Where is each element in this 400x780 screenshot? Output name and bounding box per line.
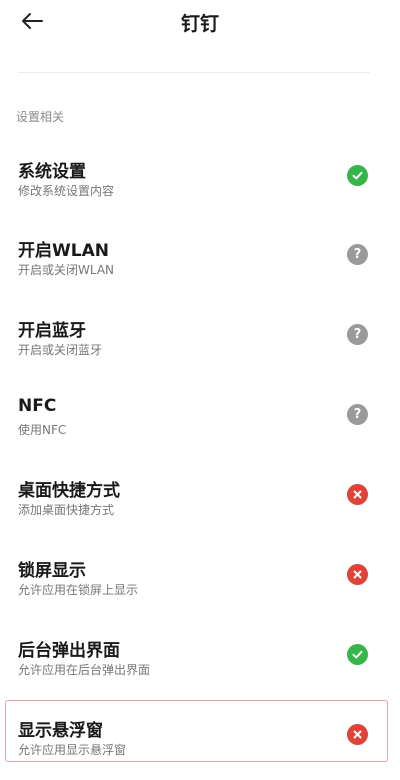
x-circle-icon[interactable] [347, 564, 368, 585]
permission-name: 系统设置 [18, 162, 86, 182]
permission-description: 开启或关闭WLAN [18, 263, 115, 277]
app-header: 钉钉 [0, 0, 400, 44]
x-circle-icon[interactable] [347, 484, 368, 505]
question-circle-icon[interactable]: ? [347, 244, 368, 265]
permission-item-wlan[interactable]: 开启WLAN 开启或关闭WLAN ? [0, 236, 400, 300]
check-circle-icon[interactable] [347, 644, 368, 665]
permission-name: 后台弹出界面 [18, 641, 120, 661]
permission-name: 显示悬浮窗 [18, 721, 103, 741]
permission-name: NFC [18, 396, 57, 416]
page-title: 钉钉 [180, 13, 219, 35]
permission-item-desktop-shortcut[interactable]: 桌面快捷方式 添加桌面快捷方式 [0, 476, 400, 540]
permission-item-system-settings[interactable]: 系统设置 修改系统设置内容 [0, 157, 400, 221]
permission-item-background-popup[interactable]: 后台弹出界面 允许应用在后台弹出界面 [0, 636, 400, 700]
permission-item-floating-window[interactable]: 显示悬浮窗 允许应用显示悬浮窗 [0, 716, 400, 780]
question-circle-icon[interactable]: ? [347, 404, 368, 425]
permission-description: 开启或关闭蓝牙 [18, 343, 103, 357]
permission-name: 开启WLAN [18, 241, 109, 261]
check-circle-icon[interactable] [347, 165, 368, 186]
permission-description: 允许应用在锁屏上显示 [18, 583, 139, 597]
permission-item-bluetooth[interactable]: 开启蓝牙 开启或关闭蓝牙 ? [0, 316, 400, 380]
permission-description: 修改系统设置内容 [18, 184, 115, 198]
x-circle-icon[interactable] [347, 724, 368, 745]
header-divider [18, 72, 370, 73]
permission-description: 允许应用在后台弹出界面 [18, 663, 151, 677]
permission-name: 桌面快捷方式 [18, 481, 120, 501]
permission-item-lockscreen-display[interactable]: 锁屏显示 允许应用在锁屏上显示 [0, 556, 400, 620]
permission-description: 允许应用显示悬浮窗 [18, 743, 127, 757]
section-label: 设置相关 [16, 110, 65, 124]
permission-item-nfc[interactable]: NFC 使用NFC ? [0, 396, 400, 460]
question-circle-icon[interactable]: ? [347, 324, 368, 345]
permission-name: 锁屏显示 [18, 561, 86, 581]
permission-description: 添加桌面快捷方式 [18, 503, 115, 517]
permission-name: 开启蓝牙 [18, 321, 86, 341]
permission-description: 使用NFC [18, 423, 67, 437]
